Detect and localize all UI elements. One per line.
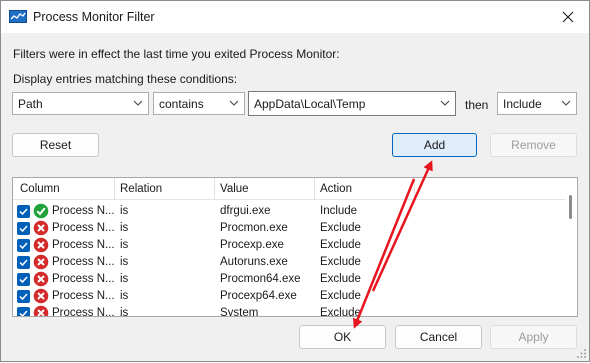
table-row[interactable]: Process N... is dfrgui.exe Include (13, 203, 565, 220)
row-value-cell: dfrgui.exe (220, 205, 271, 217)
vertical-scrollbar[interactable] (565, 178, 577, 316)
relation-select[interactable]: contains (153, 92, 245, 115)
row-value-cell: System (220, 307, 259, 317)
action-select[interactable]: Include (497, 92, 577, 115)
header-divider[interactable] (114, 178, 115, 200)
column-header-column[interactable]: Column (20, 183, 60, 195)
row-value-cell: Procexp.exe (220, 239, 284, 251)
table-row[interactable]: Process N... is Autoruns.exe Exclude (13, 254, 565, 271)
row-checkbox[interactable] (17, 290, 30, 303)
checkmark-icon (19, 225, 28, 233)
close-icon (562, 11, 574, 23)
row-action-cell: Exclude (320, 290, 361, 302)
row-relation-cell: is (120, 205, 129, 217)
row-value-cell: Procexp64.exe (220, 290, 297, 302)
row-action-cell: Exclude (320, 256, 361, 268)
row-action-cell: Exclude (320, 307, 361, 317)
process-monitor-filter-window: Process Monitor Filter Filters were in e… (0, 0, 590, 362)
row-column-cell: Process N... (52, 222, 115, 234)
scroll-thumb[interactable] (569, 195, 572, 219)
row-checkbox[interactable] (17, 239, 30, 252)
exclude-x-icon (33, 237, 49, 253)
process-monitor-icon (9, 10, 27, 23)
row-value-cell: Procmon64.exe (220, 273, 301, 285)
cancel-button[interactable]: Cancel (395, 325, 482, 349)
row-checkbox[interactable] (17, 222, 30, 235)
table-row[interactable]: Process N... is Procexp.exe Exclude (13, 237, 565, 254)
chevron-down-icon (561, 100, 571, 106)
exclude-x-icon (33, 288, 49, 304)
header-divider[interactable] (314, 178, 315, 200)
value-combobox-text: AppData\Local\Temp (254, 97, 366, 111)
row-value-cell: Autoruns.exe (220, 256, 288, 268)
row-column-cell: Process N... (52, 290, 115, 302)
checkmark-icon (19, 208, 28, 216)
chevron-down-icon (229, 100, 239, 106)
checkmark-icon (19, 310, 28, 316)
intro-text: Filters were in effect the last time you… (13, 47, 340, 61)
row-value-cell: Procmon.exe (220, 222, 288, 234)
exclude-x-icon (33, 220, 49, 236)
checkmark-icon (19, 259, 28, 267)
row-checkbox[interactable] (17, 256, 30, 269)
exclude-x-icon (33, 254, 49, 270)
header-divider[interactable] (214, 178, 215, 200)
title-bar[interactable]: Process Monitor Filter (1, 1, 589, 33)
then-label: then (465, 98, 489, 112)
checkmark-icon (19, 293, 28, 301)
row-checkbox[interactable] (17, 205, 30, 218)
table-row[interactable]: Process N... is Procmon.exe Exclude (13, 220, 565, 237)
row-checkbox[interactable] (17, 273, 30, 286)
value-combobox[interactable]: AppData\Local\Temp (248, 91, 456, 116)
row-relation-cell: is (120, 239, 129, 251)
column-header-relation[interactable]: Relation (120, 183, 162, 195)
list-header: Column Relation Value Action (13, 178, 565, 200)
column-select-value: Path (18, 97, 43, 111)
column-header-action[interactable]: Action (320, 183, 352, 195)
row-column-cell: Process N... (52, 273, 115, 285)
table-row[interactable]: Process N... is Procexp64.exe Exclude (13, 288, 565, 305)
row-relation-cell: is (120, 290, 129, 302)
row-column-cell: Process N... (52, 239, 115, 251)
chevron-down-icon (133, 100, 143, 106)
remove-button[interactable]: Remove (490, 133, 577, 157)
include-check-icon (33, 203, 49, 219)
header-divider[interactable] (414, 178, 415, 200)
row-action-cell: Exclude (320, 239, 361, 251)
row-action-cell: Exclude (320, 273, 361, 285)
chevron-down-icon (440, 100, 450, 106)
row-action-cell: Exclude (320, 222, 361, 234)
column-select[interactable]: Path (12, 92, 149, 115)
add-button[interactable]: Add (392, 133, 477, 157)
table-row[interactable]: Process N... is System Exclude (13, 305, 565, 317)
ok-button[interactable]: OK (299, 325, 386, 349)
action-select-value: Include (503, 97, 542, 111)
checkmark-icon (19, 276, 28, 284)
reset-button[interactable]: Reset (12, 133, 99, 157)
table-row[interactable]: Process N... is Procmon64.exe Exclude (13, 271, 565, 288)
row-checkbox[interactable] (17, 307, 30, 316)
row-column-cell: Process N... (52, 307, 115, 317)
window-title: Process Monitor Filter (33, 10, 155, 24)
row-column-cell: Process N... (52, 256, 115, 268)
close-button[interactable] (551, 3, 585, 31)
apply-button[interactable]: Apply (490, 325, 577, 349)
resize-grip-icon[interactable] (577, 349, 587, 359)
row-action-cell: Include (320, 205, 358, 217)
filter-list[interactable]: Column Relation Value Action Process N..… (12, 177, 578, 317)
exclude-x-icon (33, 305, 49, 316)
exclude-x-icon (33, 271, 49, 287)
checkmark-icon (19, 242, 28, 250)
row-relation-cell: is (120, 222, 129, 234)
conditions-label: Display entries matching these condition… (13, 72, 238, 86)
row-relation-cell: is (120, 307, 129, 317)
relation-select-value: contains (159, 97, 204, 111)
row-relation-cell: is (120, 256, 129, 268)
column-header-value[interactable]: Value (220, 183, 249, 195)
row-column-cell: Process N... (52, 205, 115, 217)
row-relation-cell: is (120, 273, 129, 285)
